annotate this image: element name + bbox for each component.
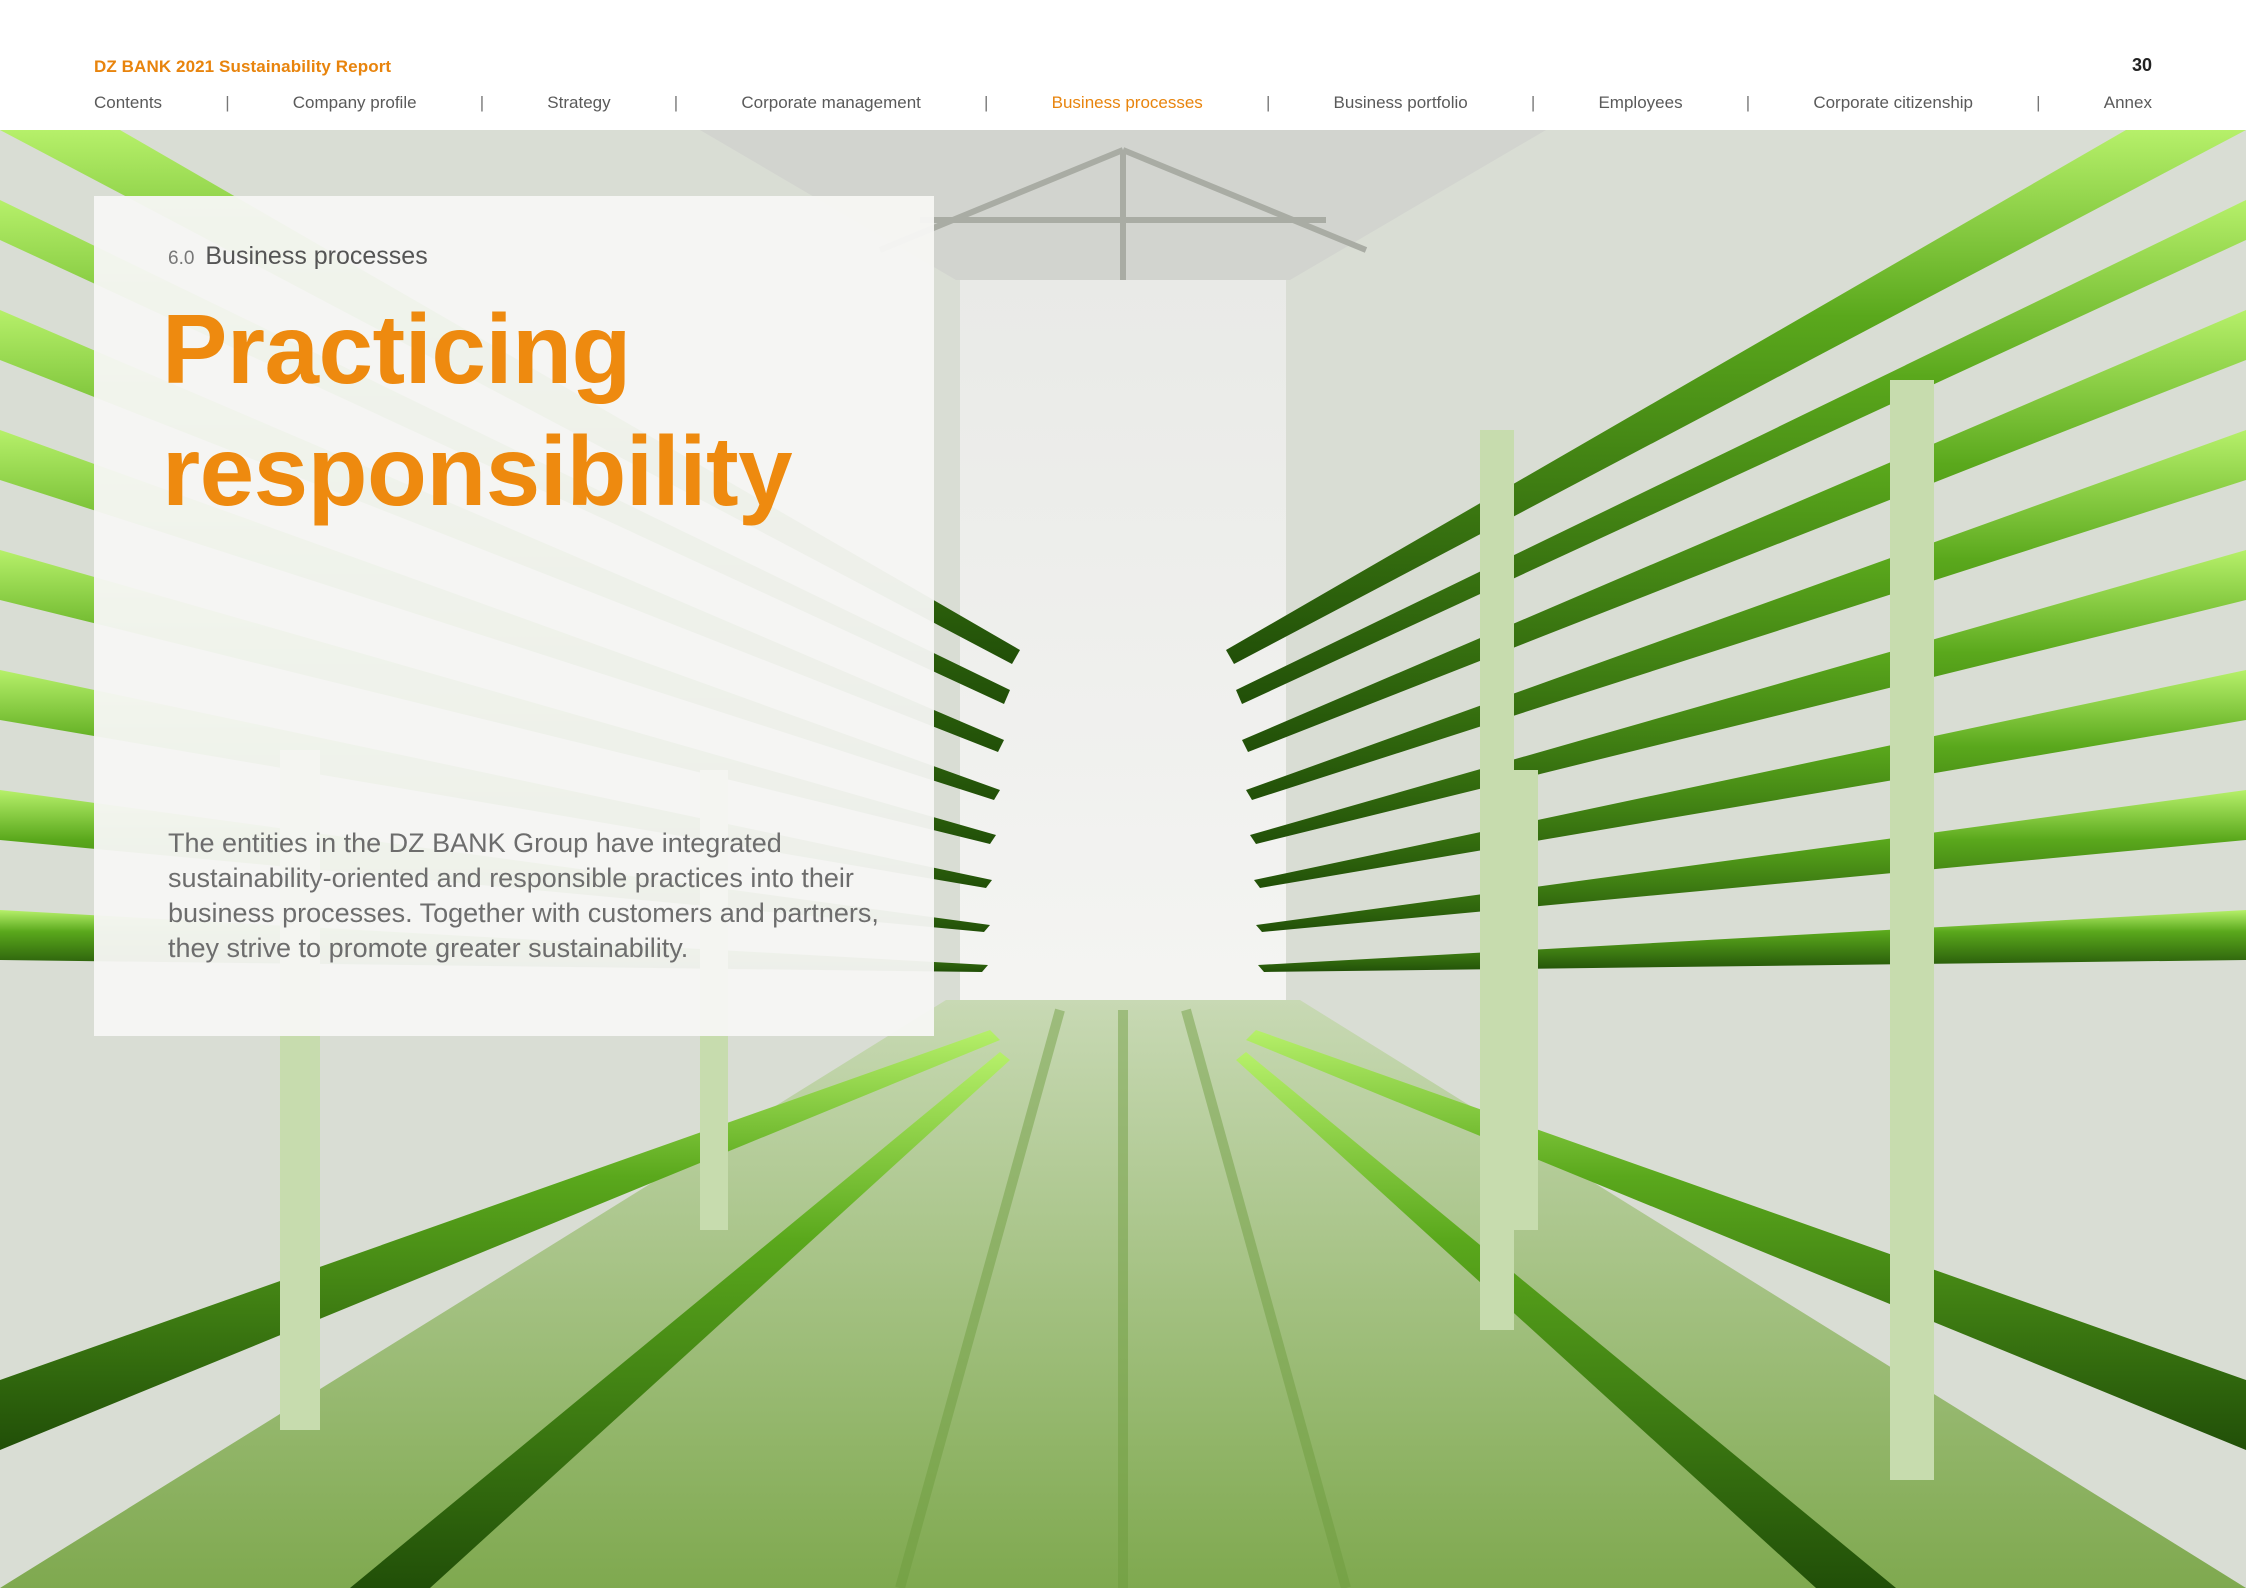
chapter-intro-panel: 6.0 Business processes Practicing respon… bbox=[94, 196, 934, 1036]
nav-separator: | bbox=[2036, 93, 2041, 112]
nav-item-strategy[interactable]: Strategy bbox=[547, 93, 610, 113]
nav-item-corporate-citizenship[interactable]: Corporate citizenship bbox=[1813, 93, 1973, 113]
nav-separator: | bbox=[984, 93, 989, 112]
nav-separator: | bbox=[1530, 93, 1536, 112]
headline-line-2: responsibility bbox=[162, 416, 793, 526]
nav-item-corporate-management[interactable]: Corporate management bbox=[741, 93, 921, 113]
page-number: 30 bbox=[2131, 55, 2152, 75]
section-title: Business processes bbox=[205, 242, 428, 270]
chapter-intro-text: The entities in the DZ BANK Group have i… bbox=[168, 828, 879, 963]
nav-item-company-profile[interactable]: Company profile bbox=[293, 93, 417, 113]
nav-item-contents[interactable]: Contents bbox=[94, 93, 162, 113]
headline-line-1: Practicing bbox=[162, 294, 631, 404]
chapter-navigation: Contents | Company profile | Strategy | … bbox=[94, 90, 2152, 116]
nav-separator: | bbox=[479, 93, 485, 112]
chapter-headline: Practicing responsibility bbox=[162, 288, 902, 532]
nav-separator: | bbox=[673, 93, 679, 112]
nav-item-annex[interactable]: Annex bbox=[2104, 93, 2152, 113]
section-number: 6.0 bbox=[168, 248, 195, 269]
nav-separator: | bbox=[225, 93, 230, 112]
nav-item-business-processes[interactable]: Business processes bbox=[1052, 93, 1203, 113]
nav-separator: | bbox=[1265, 93, 1271, 112]
nav-item-employees[interactable]: Employees bbox=[1598, 93, 1682, 113]
nav-item-business-portfolio[interactable]: Business portfolio bbox=[1334, 93, 1468, 113]
nav-separator: | bbox=[1745, 93, 1751, 112]
section-label: 6.0 Business processes bbox=[168, 242, 428, 271]
report-title: DZ BANK 2021 Sustainability Report bbox=[94, 57, 392, 76]
page-header: DZ BANK 2021 Sustainability Report 30 Co… bbox=[0, 0, 2246, 130]
